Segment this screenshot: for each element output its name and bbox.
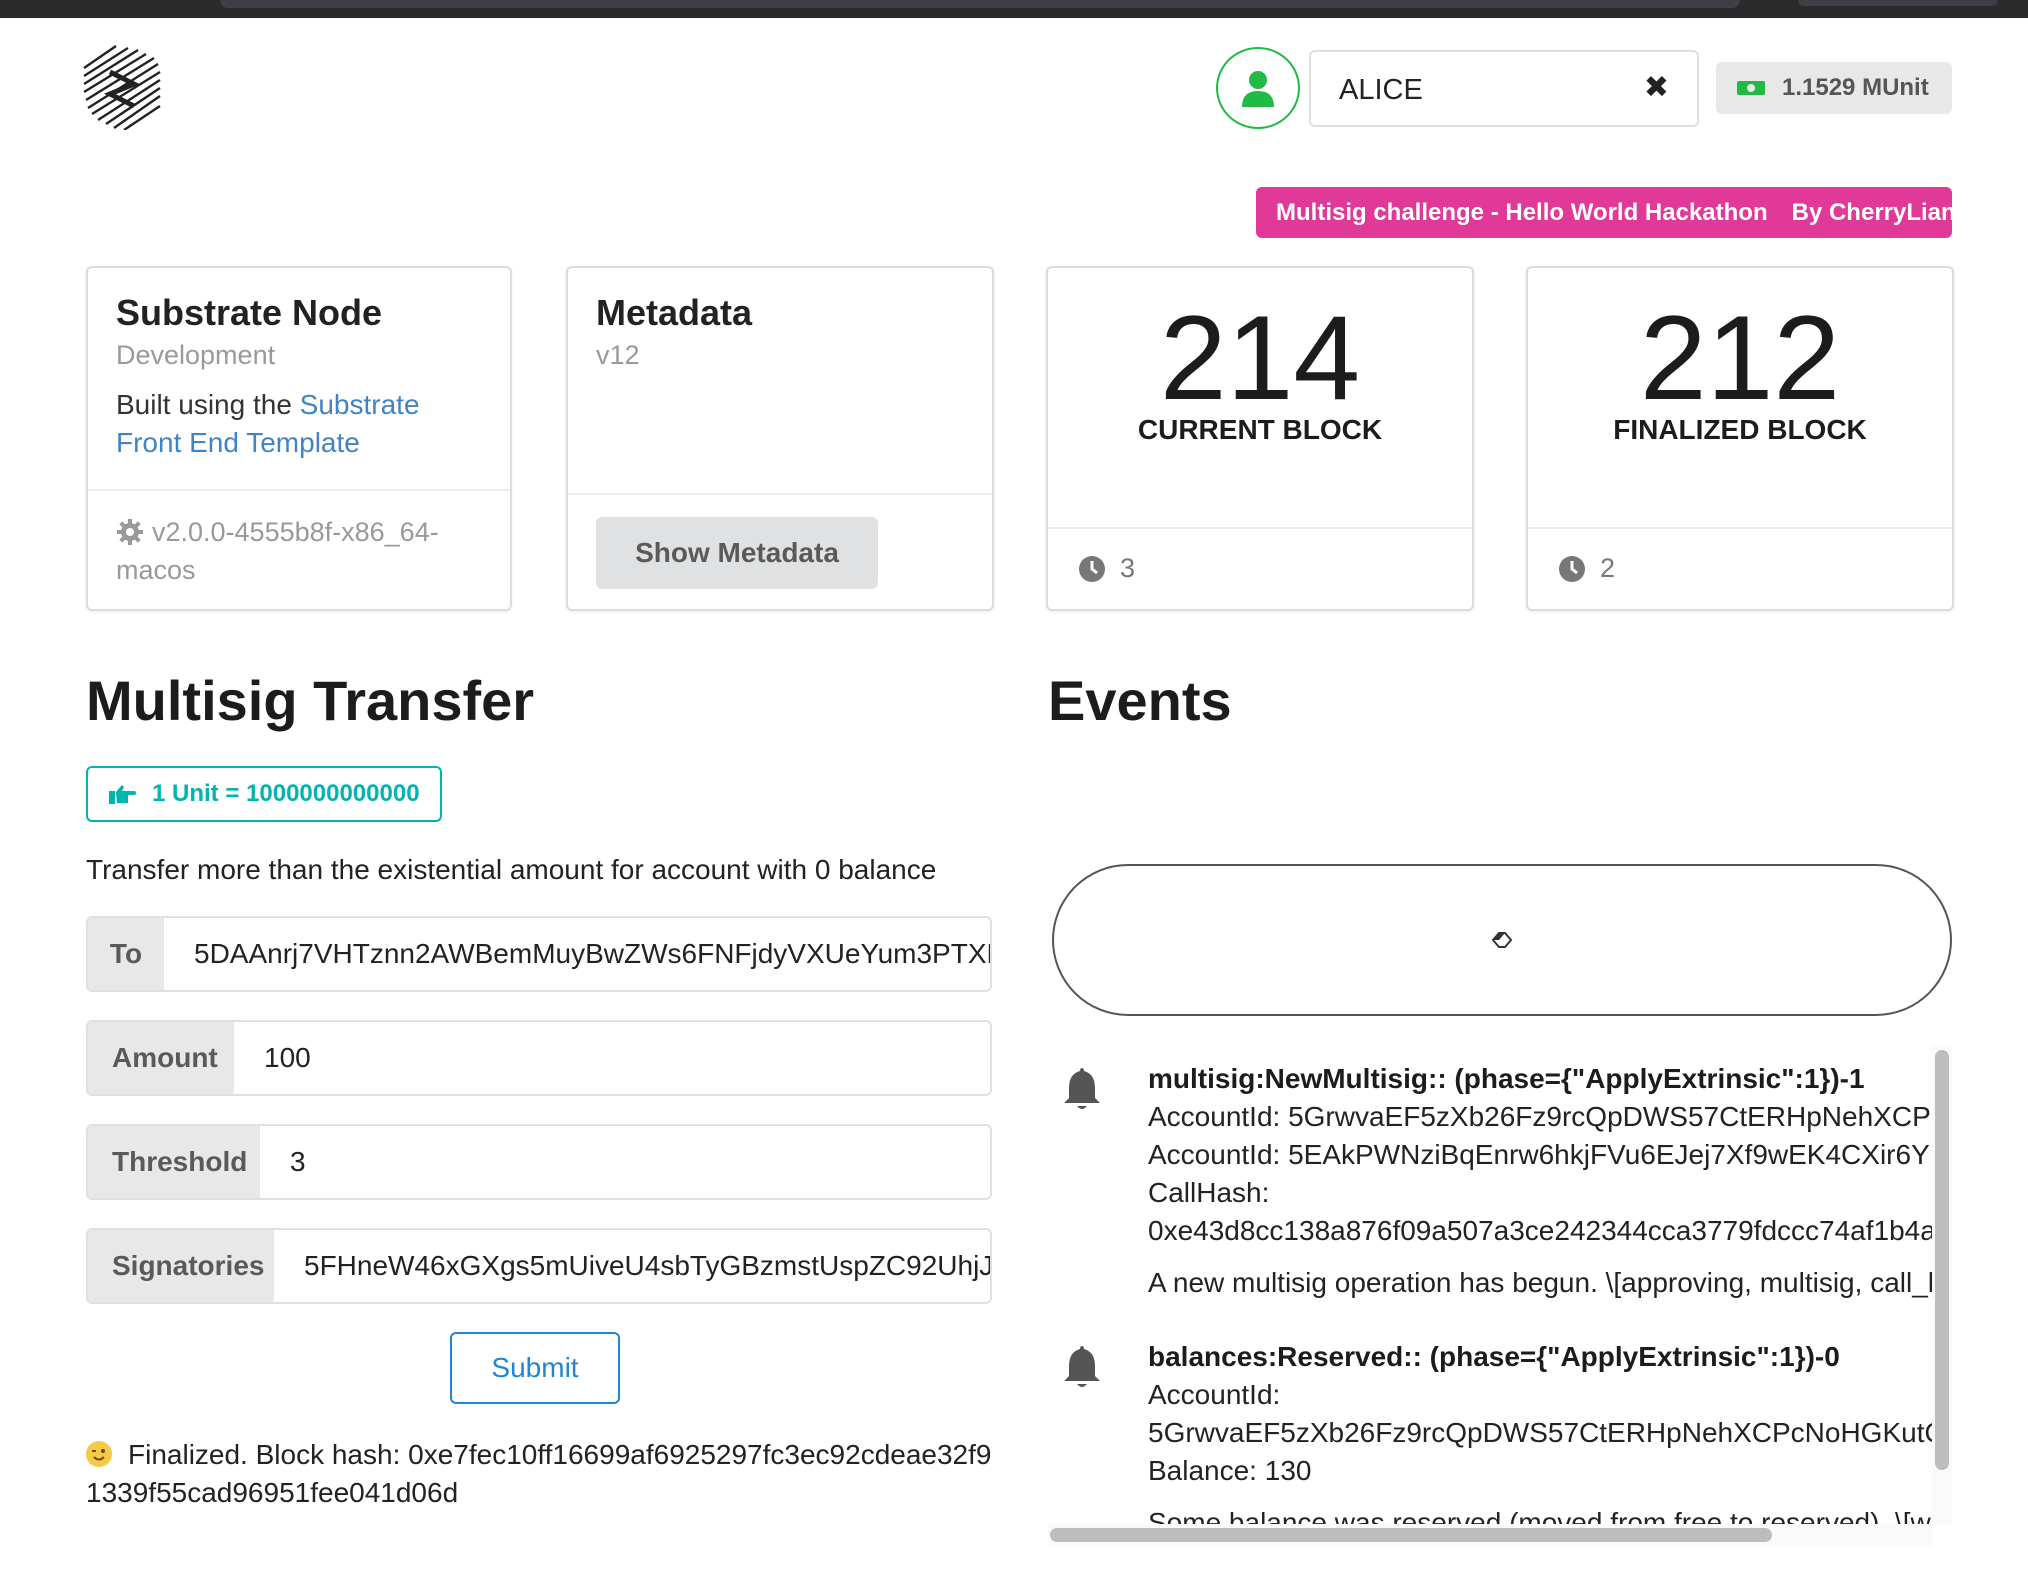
events-horizontal-scrollbar[interactable] xyxy=(1048,1524,1932,1546)
browser-top-bar xyxy=(0,0,2028,18)
to-input[interactable]: 5DAAnrj7VHTznn2AWBemMuyBwZWs6FNFjdyVXUeY… xyxy=(164,918,990,990)
event-param: 5GrwvaEF5zXb26Fz9rcQpDWS57CtERHpNehXCPcN… xyxy=(1148,1417,1932,1448)
event-param: AccountId: xyxy=(1148,1379,1281,1410)
event-param: CallHash: xyxy=(1148,1177,1270,1208)
clear-selection-icon[interactable]: ✖ xyxy=(1644,70,1669,105)
node-card-description: Built using the Substrate Front End Temp… xyxy=(116,386,456,462)
to-field: To 5DAAnrj7VHTznn2AWBemMuyBwZWs6FNFjdyVX… xyxy=(86,916,992,992)
node-info-card: Substrate Node Development Built using t… xyxy=(86,266,512,611)
threshold-label: Threshold xyxy=(88,1126,260,1198)
toolbar-edge xyxy=(1798,0,1998,6)
current-block-footer: 3 xyxy=(1048,527,1472,609)
selected-account-name: ALICE xyxy=(1339,74,1423,106)
clear-events-button[interactable] xyxy=(1052,864,1952,1016)
balance-value: 1.1529 MUnit xyxy=(1782,74,1929,101)
metadata-version: v12 xyxy=(596,340,640,370)
events-feed[interactable]: multisig:NewMultisig:: (phase={"ApplyExt… xyxy=(1048,1046,1932,1524)
finalized-block-card: 212 FINALIZED BLOCK 2 xyxy=(1526,266,1954,611)
submit-button[interactable]: Submit xyxy=(450,1332,620,1404)
current-block-card: 214 CURRENT BLOCK 3 xyxy=(1046,266,1474,611)
banner-author: By CherryLiang xyxy=(1791,198,1971,226)
event-param: 0xe43d8cc138a876f09a507a3ce242344cca3779… xyxy=(1148,1215,1932,1246)
amount-input[interactable]: 100 xyxy=(234,1022,990,1094)
clock-icon xyxy=(1079,555,1105,582)
horizontal-scroll-thumb[interactable] xyxy=(1050,1528,1772,1542)
money-icon xyxy=(1737,81,1765,95)
metadata-card-footer: Show Metadata xyxy=(568,493,992,609)
events-vertical-scrollbar[interactable] xyxy=(1932,1046,1952,1524)
transfer-section-title: Multisig Transfer xyxy=(86,669,535,732)
event-summary: balances:Reserved:: (phase={"ApplyExtrin… xyxy=(1148,1341,1840,1372)
transfer-note: Transfer more than the existential amoun… xyxy=(86,854,937,885)
metadata-card: Metadata v12 Show Metadata xyxy=(566,266,994,611)
substrate-logo-icon xyxy=(82,44,162,131)
current-block-timer: 3 xyxy=(1120,553,1136,583)
gear-icon xyxy=(117,519,143,545)
vertical-scroll-thumb[interactable] xyxy=(1935,1050,1949,1470)
event-summary: multisig:NewMultisig:: (phase={"ApplyExt… xyxy=(1148,1063,1865,1094)
node-card-footer: v2.0.0-4555b8f-x86_64-macos xyxy=(88,489,510,609)
node-version: v2.0.0-4555b8f-x86_64-macos xyxy=(116,513,476,589)
eraser-icon xyxy=(1491,932,1513,948)
transaction-status-text: Finalized. Block hash: 0xe7fec10ff16699a… xyxy=(86,1439,992,1508)
events-section-title: Events xyxy=(1048,669,1232,732)
account-copy-button[interactable] xyxy=(1216,47,1300,129)
transaction-status: Finalized. Block hash: 0xe7fec10ff16699a… xyxy=(86,1436,998,1512)
finalized-block-number: 212 xyxy=(1639,291,1841,425)
show-metadata-button[interactable]: Show Metadata xyxy=(596,517,878,589)
current-block-number: 214 xyxy=(1159,291,1361,425)
signatories-label: Signatories xyxy=(88,1230,274,1302)
unit-conversion-text: 1 Unit = 1000000000000 xyxy=(152,780,420,807)
to-label: To xyxy=(88,918,164,990)
account-dropdown[interactable]: ALICE ✖ xyxy=(1309,50,1699,127)
bell-icon xyxy=(1064,1068,1100,1109)
unit-conversion-label: 1 Unit = 1000000000000 xyxy=(86,766,442,822)
metadata-card-title: Metadata xyxy=(596,292,753,333)
node-version-text: v2.0.0-4555b8f-x86_64-macos xyxy=(116,517,439,585)
finalized-block-timer: 2 xyxy=(1600,553,1616,583)
hand-point-right-icon xyxy=(109,785,136,804)
threshold-field: Threshold 3 xyxy=(86,1124,992,1200)
signatories-input[interactable]: 5FHneW46xGXgs5mUiveU4sbTyGBzmstUspZC92Uh… xyxy=(274,1230,990,1302)
hackathon-banner: Multisig challenge - Hello World Hackath… xyxy=(1256,187,1970,238)
current-block-label: CURRENT BLOCK xyxy=(1137,414,1383,445)
banner-title: Multisig challenge - Hello World Hackath… xyxy=(1276,198,1768,226)
node-card-title: Substrate Node xyxy=(116,292,383,333)
event-param: AccountId: 5GrwvaEF5zXb26Fz9rcQpDWS57CtE… xyxy=(1148,1101,1932,1132)
node-card-desc-prefix: Built using the xyxy=(116,389,292,420)
finalized-block-label: FINALIZED BLOCK xyxy=(1613,414,1867,445)
account-balance-badge: 1.1529 MUnit xyxy=(1716,62,1952,114)
amount-field: Amount 100 xyxy=(86,1020,992,1096)
bell-icon xyxy=(1064,1346,1100,1387)
signatories-field: Signatories 5FHneW46xGXgs5mUiveU4sbTyGBz… xyxy=(86,1228,992,1304)
event-description: Some balance was reserved (moved from fr… xyxy=(1148,1507,1932,1524)
threshold-input[interactable]: 3 xyxy=(260,1126,990,1198)
finalized-block-footer: 2 xyxy=(1528,527,1952,609)
wink-emoji-icon xyxy=(86,1441,112,1467)
node-card-chain: Development xyxy=(116,340,276,370)
event-param: AccountId: 5EAkPWNziBqEnrw6hkjFVu6EJej7X… xyxy=(1148,1139,1932,1170)
amount-label: Amount xyxy=(88,1022,234,1094)
user-icon xyxy=(1242,71,1274,107)
address-bar-edge xyxy=(220,0,1740,8)
event-description: A new multisig operation has begun. \[ap… xyxy=(1148,1267,1932,1298)
clock-icon xyxy=(1559,555,1585,582)
event-param: Balance: 130 xyxy=(1148,1455,1312,1486)
